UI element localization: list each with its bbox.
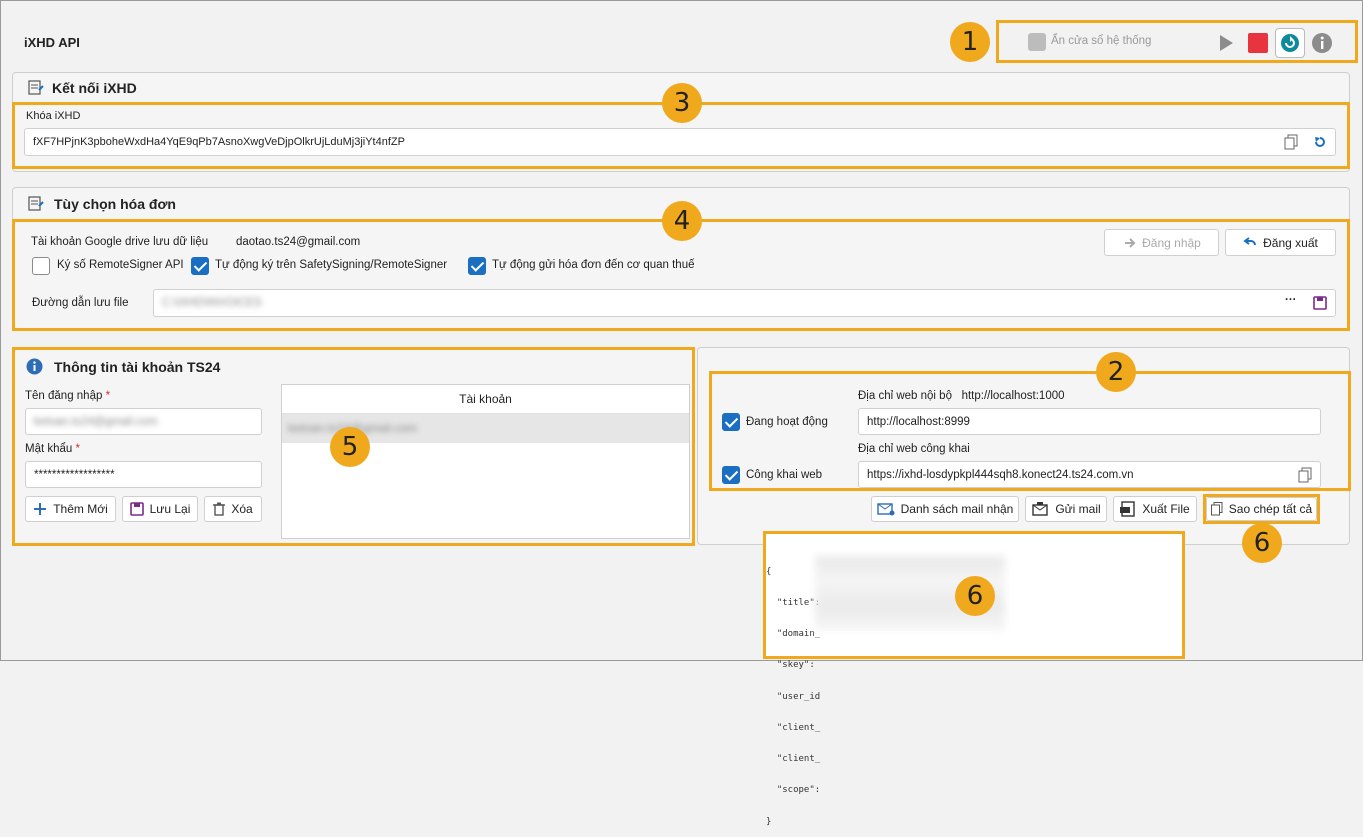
send-mail-button[interactable]: Gửi mail [1025, 496, 1107, 522]
password-label: Mật khẩu * [25, 443, 80, 455]
plus-icon [34, 503, 47, 515]
export-file-button[interactable]: Xuất File [1113, 496, 1197, 522]
connect-panel-title: Kết nối iXHD [52, 80, 137, 96]
callout-badge-6: 6 [1242, 523, 1282, 563]
app-title: iXHD API [24, 35, 80, 50]
username-value: ketoan.ts24@gmail.com [34, 415, 158, 428]
copy-all-label: Sao chép tất cả [1228, 502, 1313, 516]
local-web-input[interactable]: http://localhost:8999 [858, 408, 1321, 435]
public-web-chk-label: Công khai web [746, 469, 823, 481]
mail-list-label: Danh sách mail nhận [900, 502, 1014, 516]
path-value: C:\iXHD\INVOICES [162, 297, 262, 309]
login-icon [1125, 237, 1136, 248]
document-edit-icon [28, 80, 44, 95]
info-circle-icon [26, 358, 43, 375]
path-input[interactable]: C:\iXHD\INVOICES [153, 289, 1336, 317]
auto-send-checkbox[interactable] [468, 257, 486, 275]
add-new-label: Thêm Mới [53, 502, 108, 516]
logout-label: Đăng xuất [1263, 235, 1318, 250]
refresh-icon [1281, 34, 1299, 52]
delete-label: Xóa [231, 502, 253, 516]
document-edit-icon [28, 196, 44, 211]
active-checkbox[interactable] [722, 413, 740, 431]
send-mail-icon [1032, 502, 1049, 516]
auto-send-label: Tự động gửi hóa đơn đến cơ quan thuế [492, 259, 695, 271]
account-list-header: Tài khoản [282, 385, 689, 414]
play-icon [1220, 35, 1233, 51]
browse-button[interactable]: ··· [1285, 294, 1297, 306]
path-label: Đường dẫn lưu file [32, 297, 129, 309]
json-line: "skey": [766, 660, 821, 671]
mail-list-button[interactable]: Danh sách mail nhận [871, 496, 1019, 522]
export-file-icon [1120, 501, 1136, 517]
copy-all-button[interactable]: Sao chép tất cả [1206, 497, 1317, 521]
stop-icon [1248, 33, 1268, 53]
send-mail-label: Gửi mail [1055, 502, 1101, 516]
add-new-button[interactable]: Thêm Mới [25, 496, 116, 522]
callout-badge-4: 4 [662, 201, 702, 241]
username-input[interactable]: ketoan.ts24@gmail.com [25, 408, 262, 435]
local-web-label: Địa chỉ web nội bộ http://localhost:1000 [858, 390, 1065, 402]
local-web-address: http://localhost:1000 [961, 390, 1065, 402]
options-panel-title: Tùy chọn hóa đơn [54, 196, 176, 212]
logout-icon [1243, 236, 1257, 245]
required-mark: * [105, 390, 111, 402]
json-line: "scope": [766, 785, 826, 796]
callout-badge-2: 2 [1096, 352, 1136, 392]
hide-window-checkbox[interactable] [1028, 33, 1046, 51]
username-label-text: Tên đăng nhập [25, 390, 103, 402]
refresh-button[interactable] [1275, 28, 1305, 58]
required-mark: * [75, 443, 80, 455]
floppy-icon [129, 502, 144, 516]
callout-badge-5: 5 [330, 427, 370, 467]
info-icon [1312, 33, 1332, 53]
key-input[interactable]: fXF7HPjnK3pboheWxdHa4YqE9qPb7AsnoXwgVeDj… [24, 128, 1336, 156]
callout-badge-1: 1 [950, 22, 990, 62]
drive-label: Tài khoản Google drive lưu dữ liệu [31, 236, 209, 248]
password-label-text: Mật khẩu [25, 443, 73, 455]
drive-email: daotao.ts24@gmail.com [236, 236, 361, 248]
hide-window-label: Ẩn cửa sổ hệ thống [1051, 35, 1152, 47]
logout-button[interactable]: Đăng xuất [1225, 229, 1336, 256]
login-button[interactable]: Đăng nhập [1104, 229, 1219, 256]
username-label: Tên đăng nhập * [25, 390, 110, 402]
account-panel-title: Thông tin tài khoản TS24 [54, 359, 221, 375]
trash-icon [213, 502, 226, 516]
login-label: Đăng nhập [1142, 235, 1201, 250]
save-label: Lưu Lại [149, 502, 191, 516]
stop-button[interactable] [1244, 29, 1272, 57]
public-web-checkbox[interactable] [722, 466, 740, 484]
callout-badge-6b: 6 [955, 576, 995, 616]
json-line: "client_ [766, 754, 821, 765]
info-button[interactable] [1308, 29, 1336, 57]
callout-badge-3: 3 [662, 83, 702, 123]
json-line: "user_id [766, 691, 821, 702]
copy-icon[interactable] [1284, 134, 1298, 150]
delete-button[interactable]: Xóa [204, 496, 262, 522]
auto-sign-label: Tự động ký trên SafetySigning/RemoteSign… [215, 259, 448, 271]
local-web-label-text: Địa chỉ web nội bộ [858, 390, 952, 402]
copy-icon[interactable] [1298, 467, 1312, 483]
export-file-label: Xuất File [1142, 502, 1190, 516]
active-label: Đang hoạt động [746, 416, 828, 428]
auto-sign-checkbox[interactable] [191, 257, 209, 275]
json-line: "client_ [766, 722, 821, 733]
key-label: Khóa iXHD [26, 110, 81, 122]
public-web-label: Địa chỉ web công khai [858, 443, 970, 455]
public-web-input[interactable]: https://ixhd-losdypkpl444sqh8.konect24.t… [858, 461, 1321, 488]
json-close-brace: } [766, 816, 772, 827]
play-button[interactable] [1212, 29, 1240, 57]
remote-signer-label: Ký số RemoteSigner API [57, 259, 184, 271]
copy-icon [1210, 502, 1223, 516]
password-input[interactable]: ****************** [25, 461, 262, 488]
save-icon[interactable] [1313, 296, 1327, 310]
reset-icon[interactable] [1313, 135, 1327, 149]
save-button[interactable]: Lưu Lại [122, 496, 198, 522]
remote-signer-checkbox[interactable] [32, 257, 50, 275]
mail-list-icon [876, 503, 895, 516]
